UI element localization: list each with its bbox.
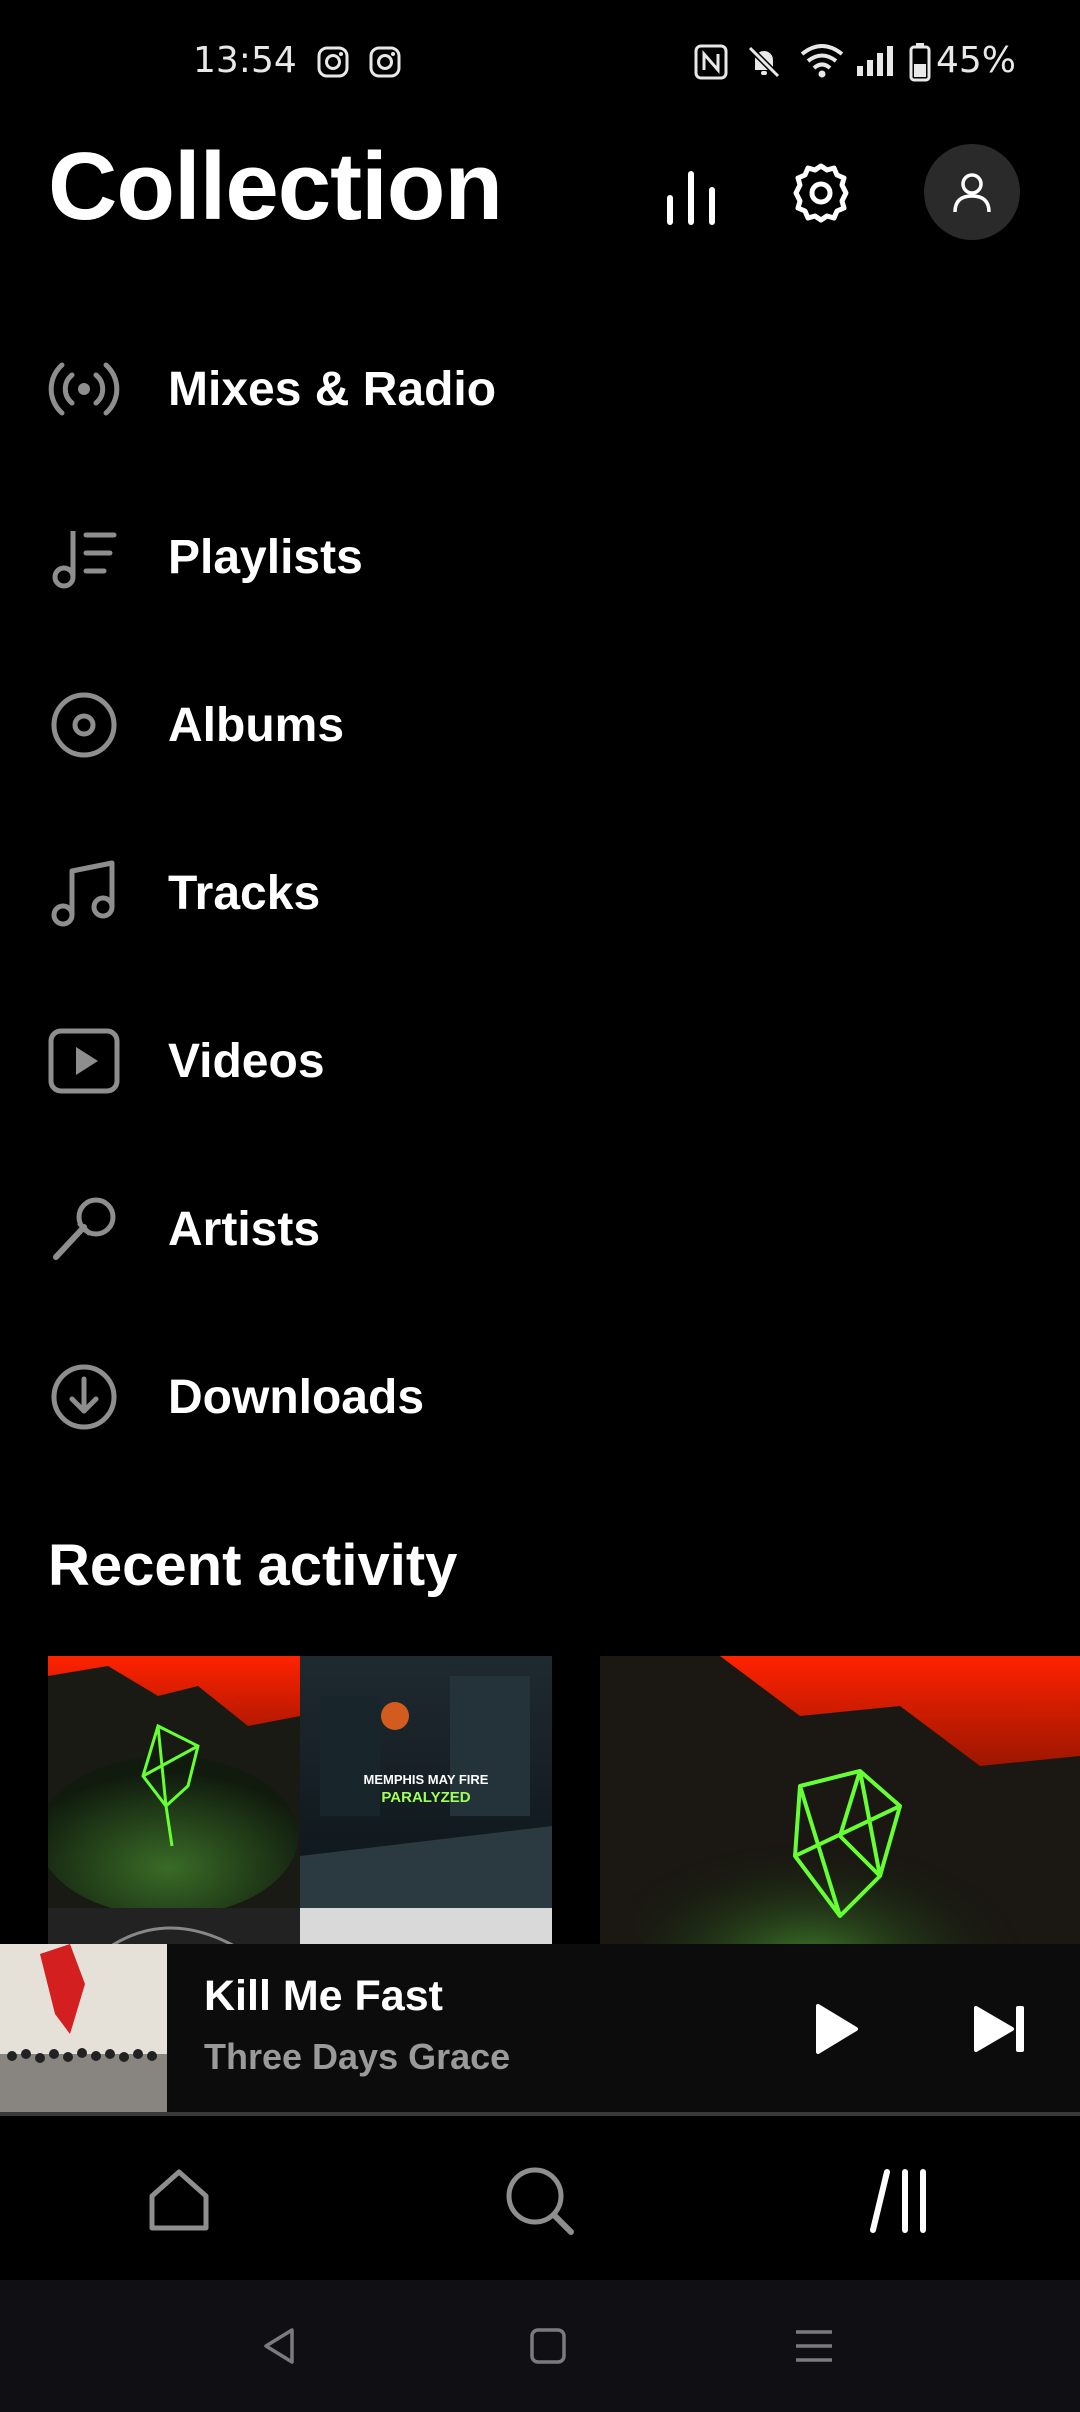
art-text: PARALYZED xyxy=(381,1789,470,1806)
menu-item-videos[interactable]: Videos xyxy=(0,977,1080,1145)
system-recents-button[interactable] xyxy=(784,2316,844,2376)
menu-label: Playlists xyxy=(168,530,363,584)
play-button[interactable] xyxy=(800,1994,870,2064)
menu-label: Albums xyxy=(168,698,345,752)
video-icon xyxy=(48,1025,120,1097)
nfc-icon xyxy=(694,44,728,80)
stats-button[interactable] xyxy=(656,160,726,230)
home-square-icon xyxy=(530,2328,566,2364)
playlist-icon xyxy=(48,521,120,593)
collection-menu: Mixes & Radio Playlists Albums Tracks Vi… xyxy=(0,305,1080,1481)
system-home-button[interactable] xyxy=(518,2316,578,2376)
instagram-icon xyxy=(316,45,350,79)
system-back-button[interactable] xyxy=(250,2316,310,2376)
status-time: 13:54 xyxy=(193,40,297,81)
album-art xyxy=(48,1656,300,1908)
art-text: MEMPHIS MAY FIRE xyxy=(364,1772,489,1787)
back-icon xyxy=(264,2328,294,2364)
menu-item-mixes-radio[interactable]: Mixes & Radio xyxy=(0,305,1080,473)
microphone-icon xyxy=(48,1193,120,1265)
album-art: MEMPHIS MAY FIRE PARALYZED xyxy=(300,1656,552,1908)
recent-activity-card[interactable] xyxy=(600,1656,1080,1946)
status-bar: 13:54 45% xyxy=(0,0,1080,124)
battery-percent: 45% xyxy=(936,40,1017,81)
mute-icon xyxy=(746,44,782,80)
menu-label: Artists xyxy=(168,1202,321,1256)
now-playing-art xyxy=(0,1944,167,2114)
album-art xyxy=(48,1908,300,1946)
now-playing-artist: Three Days Grace xyxy=(204,2036,511,2077)
album-icon xyxy=(48,689,120,761)
now-playing-title: Kill Me Fast xyxy=(204,1972,443,2020)
album-art xyxy=(300,1908,552,1946)
battery-icon xyxy=(909,42,931,82)
profile-button[interactable] xyxy=(924,144,1020,240)
menu-label: Downloads xyxy=(168,1370,425,1424)
menu-item-playlists[interactable]: Playlists xyxy=(0,473,1080,641)
page-title: Collection xyxy=(48,133,503,240)
music-note-icon xyxy=(48,857,120,929)
menu-item-downloads[interactable]: Downloads xyxy=(0,1313,1080,1481)
nav-search[interactable] xyxy=(495,2156,585,2246)
menu-label: Tracks xyxy=(168,866,321,920)
search-icon xyxy=(506,2167,574,2235)
home-icon xyxy=(149,2169,209,2231)
wifi-icon xyxy=(800,42,844,78)
download-icon xyxy=(48,1361,120,1433)
menu-label: Videos xyxy=(168,1034,325,1088)
nav-home[interactable] xyxy=(134,2156,224,2246)
skip-next-button[interactable] xyxy=(966,1994,1036,2064)
instagram-icon xyxy=(368,45,402,79)
menu-item-artists[interactable]: Artists xyxy=(0,1145,1080,1313)
system-navigation-bar xyxy=(0,2280,1080,2412)
album-art xyxy=(600,1656,1080,1946)
menu-item-tracks[interactable]: Tracks xyxy=(0,809,1080,977)
collection-icon xyxy=(870,2169,926,2233)
settings-button[interactable] xyxy=(786,158,856,228)
bottom-nav xyxy=(0,2116,1080,2280)
mini-player[interactable]: Kill Me Fast Three Days Grace xyxy=(0,1944,1080,2114)
stats-icon xyxy=(667,171,715,225)
signal-icon xyxy=(855,44,899,78)
menu-label: Mixes & Radio xyxy=(168,362,497,416)
recents-icon xyxy=(796,2330,832,2362)
recent-activity-title: Recent activity xyxy=(48,1533,458,1598)
skip-next-icon xyxy=(974,2006,1024,2052)
recent-activity-card[interactable]: MEMPHIS MAY FIRE PARALYZED xyxy=(48,1656,552,1946)
play-icon xyxy=(816,2004,858,2054)
profile-icon xyxy=(953,173,991,213)
menu-item-albums[interactable]: Albums xyxy=(0,641,1080,809)
settings-icon xyxy=(793,163,849,223)
radio-icon xyxy=(48,353,120,425)
nav-collection[interactable] xyxy=(855,2156,945,2246)
